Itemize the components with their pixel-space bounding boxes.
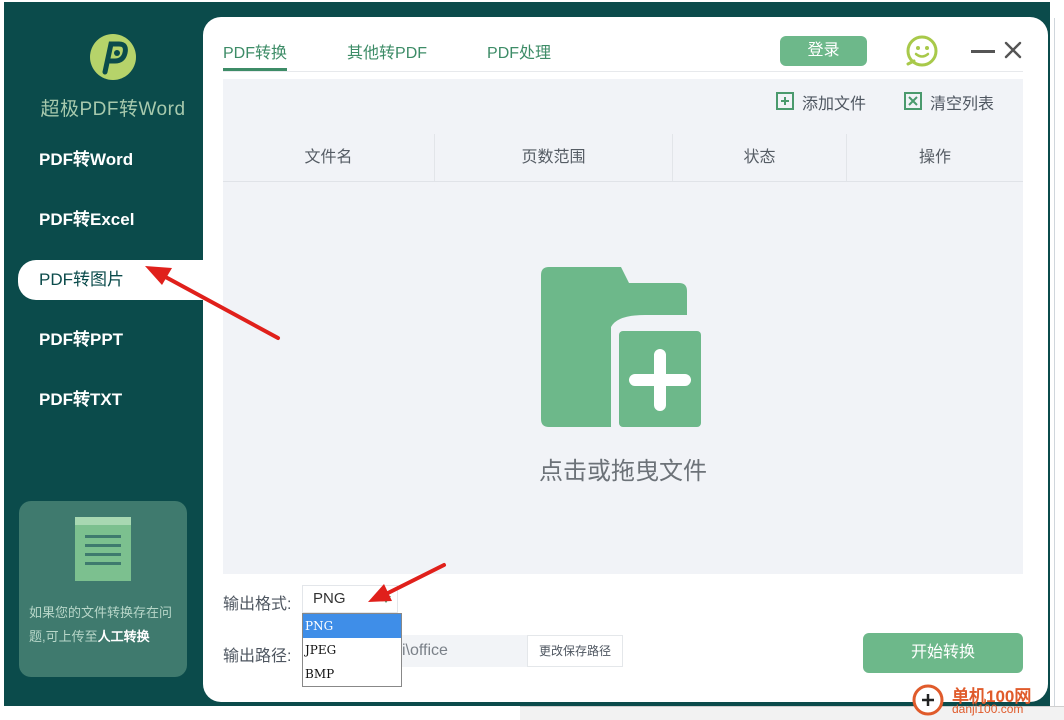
main-panel: PDF转换 其他转PDF PDF处理 登录 添加文件 清空列表 文件名 页数范围… <box>203 17 1048 702</box>
add-file-label: 添加文件 <box>802 96 867 113</box>
drop-zone-text: 点击或拖曳文件 <box>539 458 707 485</box>
add-file-button[interactable]: 添加文件 <box>776 91 866 113</box>
change-save-path-button[interactable]: 更改保存路径 <box>527 635 623 667</box>
tab-other-to-pdf[interactable]: 其他转PDF <box>347 39 427 71</box>
close-icon[interactable] <box>1003 40 1023 60</box>
smiley-chat-icon[interactable] <box>905 34 939 68</box>
sidebar-nav: PDF转Word PDF转Excel PDF转图片 PDF转PPT PDF转TX… <box>18 130 228 430</box>
manual-convert-link[interactable]: 人工转换 <box>98 629 150 644</box>
clear-list-button[interactable]: 清空列表 <box>904 91 994 113</box>
tab-pdf-process[interactable]: PDF处理 <box>487 39 551 71</box>
site-watermark: 单机100网 danji100.com <box>912 682 1062 718</box>
clear-list-label: 清空列表 <box>930 96 995 113</box>
login-button[interactable]: 登录 <box>780 36 867 66</box>
help-text: 如果您的文件转换存在问题,可上传至人工转换 <box>29 601 181 649</box>
format-dropdown-list: PNG JPEG BMP <box>302 613 402 687</box>
watermark-url: danji100.com <box>952 702 1024 716</box>
column-header-actions: 操作 <box>918 149 951 166</box>
sidebar-item-pdf-to-word[interactable]: PDF转Word <box>18 130 208 190</box>
app-logo-icon <box>90 34 136 80</box>
brand: 超极PDF转Word <box>18 32 208 121</box>
folder-add-icon <box>541 267 701 427</box>
tab-divider <box>223 71 1023 72</box>
tab-pdf-convert[interactable]: PDF转换 <box>223 39 288 71</box>
add-file-icon <box>776 92 794 110</box>
column-header-page-range: 页数范围 <box>435 134 673 181</box>
output-format-value: PNG <box>313 590 346 607</box>
chevron-down-icon <box>381 596 391 603</box>
document-icon <box>75 517 131 581</box>
file-list: 添加文件 清空列表 文件名 页数范围 状态 操作 点击或拖曳文件 <box>223 79 1023 574</box>
minimize-icon[interactable] <box>971 50 995 53</box>
column-header-filename: 文件名 <box>223 134 435 181</box>
format-option-jpeg[interactable]: JPEG <box>303 638 401 662</box>
sidebar-item-pdf-to-txt[interactable]: PDF转TXT <box>18 370 208 430</box>
format-option-bmp[interactable]: BMP <box>303 662 401 686</box>
app-name: 超极PDF转Word <box>40 99 186 120</box>
output-format-label: 输出格式: <box>223 596 292 613</box>
clear-list-icon <box>904 92 922 110</box>
output-format-select[interactable]: PNG <box>302 585 398 613</box>
format-option-png[interactable]: PNG <box>303 614 401 638</box>
table-header: 文件名 页数范围 状态 操作 <box>223 134 1023 182</box>
desktop-background-right <box>1054 18 1064 718</box>
tab-bar: PDF转换 其他转PDF PDF处理 <box>223 39 611 71</box>
start-convert-button[interactable]: 开始转换 <box>863 633 1023 673</box>
file-drop-zone[interactable]: 点击或拖曳文件 <box>223 183 1023 573</box>
column-header-status: 状态 <box>673 134 847 181</box>
manual-convert-card[interactable]: 如果您的文件转换存在问题,可上传至人工转换 <box>19 501 187 677</box>
output-path-label: 输出路径: <box>223 648 292 665</box>
output-path-field[interactable]: i\office <box>402 635 527 667</box>
sidebar-item-pdf-to-image[interactable]: PDF转图片 <box>18 260 228 300</box>
sidebar-item-pdf-to-excel[interactable]: PDF转Excel <box>18 190 208 250</box>
watermark-logo-icon <box>912 684 944 716</box>
sidebar-item-pdf-to-ppt[interactable]: PDF转PPT <box>18 310 208 370</box>
